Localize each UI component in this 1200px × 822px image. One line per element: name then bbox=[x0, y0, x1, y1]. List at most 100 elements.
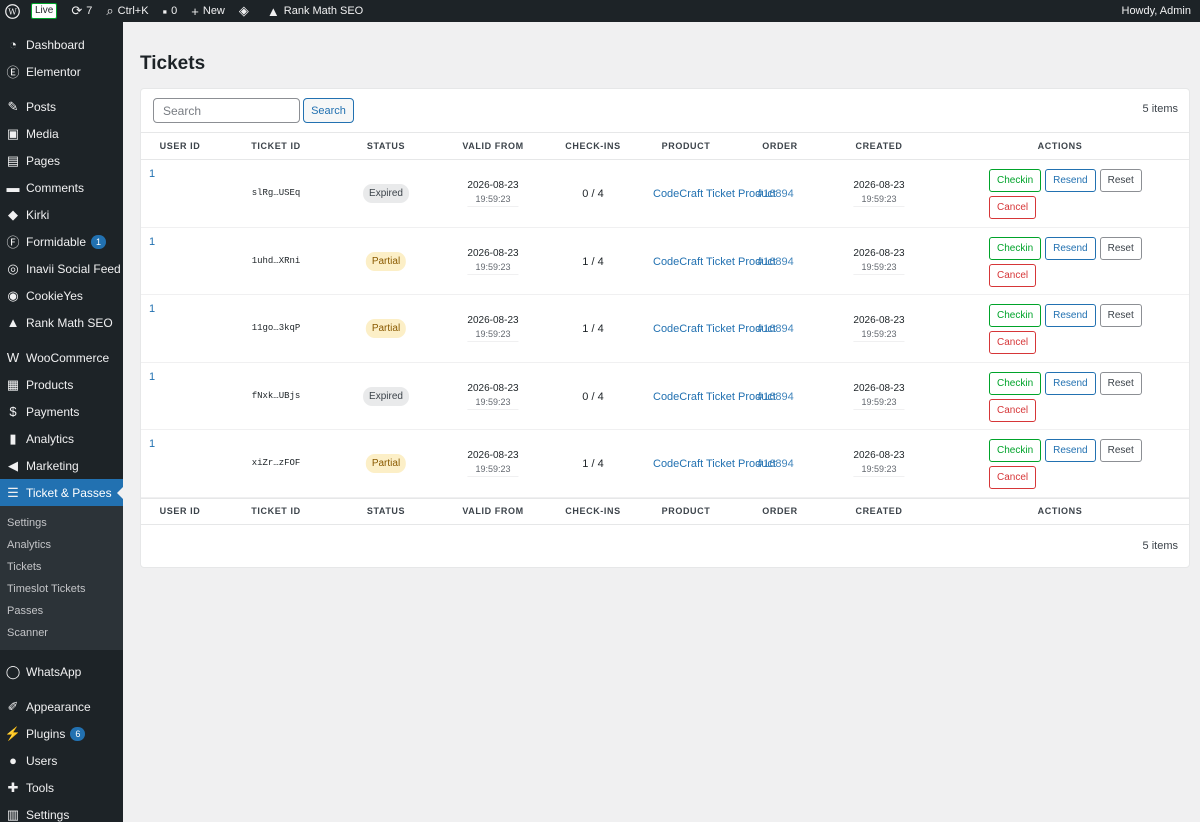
sidebar-item-whatsapp[interactable]: ◯ WhatsApp bbox=[0, 658, 123, 685]
sidebar-item-pages[interactable]: ▤ Pages bbox=[0, 147, 123, 174]
comments-link[interactable]: ▪ 0 bbox=[156, 0, 185, 22]
submenu-item-tickets[interactable]: Tickets bbox=[0, 556, 123, 578]
column-header-status: Status bbox=[366, 141, 406, 151]
reset-button[interactable]: Reset bbox=[1099, 304, 1142, 327]
sidebar-item-payments[interactable]: $ Payments bbox=[0, 398, 123, 425]
payments-icon: $ bbox=[9, 404, 17, 419]
resend-button[interactable]: Resend bbox=[1045, 169, 1096, 192]
sidebar-item-marketing[interactable]: ◀ Marketing bbox=[0, 452, 123, 479]
sidebar-item-analytics[interactable]: ▮ Analytics bbox=[0, 425, 123, 452]
cancel-button[interactable]: Cancel bbox=[989, 331, 1037, 354]
diamond-link[interactable]: ◈ bbox=[232, 0, 260, 22]
sidebar-item-rank-math-seo[interactable]: ▲ Rank Math SEO bbox=[0, 309, 123, 336]
sidebar-item-cookieyes[interactable]: ◉ CookieYes bbox=[0, 282, 123, 309]
order-link[interactable]: #16894 bbox=[757, 458, 794, 470]
rankmath-icon: ▲ bbox=[6, 315, 20, 330]
search-input[interactable] bbox=[153, 98, 300, 123]
sidebar-item-label: CookieYes bbox=[26, 288, 83, 303]
menu-separator bbox=[0, 336, 123, 344]
sidebar-item-formidable[interactable]: Ⓕ Formidable 1 bbox=[0, 228, 123, 255]
sidebar-item-settings[interactable]: ▥ Settings bbox=[0, 801, 123, 822]
sidebar-item-users[interactable]: ● Users bbox=[0, 747, 123, 774]
resend-button[interactable]: Resend bbox=[1045, 439, 1096, 462]
user-id-link[interactable]: 1 bbox=[149, 303, 155, 315]
resend-button[interactable]: Resend bbox=[1045, 371, 1096, 395]
checkins-count: 1 / 4 bbox=[582, 255, 604, 268]
valid-from: 2026-08-23 19:59:23 bbox=[467, 383, 519, 410]
sidebar-item-ticket-passes[interactable]: ☰ Ticket & Passes bbox=[0, 479, 123, 506]
menu-separator bbox=[0, 685, 123, 693]
sidebar-item-label: Plugins bbox=[26, 726, 66, 741]
table-header: User ID Ticket ID Status Valid From Check-in… bbox=[141, 133, 1189, 160]
ticket-id: xiZr…zFOF bbox=[251, 458, 301, 468]
valid-from-date: 2026-08-23 bbox=[467, 180, 519, 191]
checkin-button[interactable]: Checkin bbox=[989, 236, 1042, 260]
column-header-created: Created bbox=[855, 506, 903, 516]
tools-icon: ✚ bbox=[7, 779, 19, 795]
page-title: Tickets bbox=[140, 53, 206, 74]
live-badge[interactable]: Live bbox=[24, 0, 64, 22]
wordpress-logo-icon[interactable]: W bbox=[0, 0, 24, 22]
created: 2026-08-23 19:59:23 bbox=[853, 248, 905, 275]
reset-button[interactable]: Reset bbox=[1099, 439, 1142, 462]
column-header-user-id: User ID bbox=[159, 141, 201, 151]
cancel-button[interactable]: Cancel bbox=[989, 398, 1037, 422]
resend-button[interactable]: Resend bbox=[1045, 304, 1096, 327]
sidebar-item-label: Inavii Social Feed bbox=[26, 261, 121, 276]
sidebar-item-woocommerce[interactable]: W WooCommerce bbox=[0, 344, 123, 371]
comment-icon: ▬ bbox=[6, 180, 20, 195]
submenu-item-passes[interactable]: Passes bbox=[0, 600, 123, 622]
order-link[interactable]: #16894 bbox=[757, 188, 794, 200]
sidebar-item-label: Users bbox=[26, 753, 58, 768]
submenu-item-analytics[interactable]: Analytics bbox=[0, 534, 123, 556]
sidebar-item-elementor[interactable]: Ⓔ Elementor bbox=[0, 58, 123, 85]
order-link[interactable]: #16894 bbox=[757, 256, 794, 268]
created-date: 2026-08-23 bbox=[853, 315, 905, 326]
order-link[interactable]: #16894 bbox=[757, 391, 794, 403]
sidebar-item-posts[interactable]: ✎ Posts bbox=[0, 93, 123, 120]
sidebar-item-dashboard[interactable]: ◔ Dashboard bbox=[0, 31, 123, 58]
checkin-button[interactable]: Checkin bbox=[989, 371, 1042, 395]
sidebar-item-kirki[interactable]: ◆ Kirki bbox=[0, 201, 123, 228]
reset-button[interactable]: Reset bbox=[1099, 371, 1142, 395]
user-id-link[interactable]: 1 bbox=[149, 168, 155, 180]
checkin-button[interactable]: Checkin bbox=[989, 439, 1042, 462]
sidebar-item-tools[interactable]: ✚ Tools bbox=[0, 774, 123, 801]
submenu-item-settings[interactable]: Settings bbox=[0, 512, 123, 534]
column-header-status: Status bbox=[366, 506, 406, 516]
sidebar-item-comments[interactable]: ▬ Comments bbox=[0, 174, 123, 201]
new-content-link[interactable]: + New bbox=[184, 0, 232, 22]
cookie-icon: ◉ bbox=[7, 287, 19, 303]
user-id-link[interactable]: 1 bbox=[149, 438, 155, 450]
search-button[interactable]: Search bbox=[303, 98, 354, 123]
updates-link[interactable]: ⟳ 7 bbox=[64, 0, 99, 22]
sidebar-item-label: Comments bbox=[26, 180, 85, 195]
submenu-item-scanner[interactable]: Scanner bbox=[0, 622, 123, 644]
reset-button[interactable]: Reset bbox=[1099, 169, 1142, 192]
submenu-item-timeslot-tickets[interactable]: Timeslot Tickets bbox=[0, 578, 123, 600]
sidebar-item-products[interactable]: ▦ Products bbox=[0, 371, 123, 398]
cancel-button[interactable]: Cancel bbox=[989, 466, 1037, 489]
order-link[interactable]: #16894 bbox=[757, 323, 794, 335]
checkin-button[interactable]: Checkin bbox=[989, 169, 1042, 192]
checkin-button[interactable]: Checkin bbox=[989, 304, 1042, 327]
valid-from-time: 19:59:23 bbox=[467, 329, 519, 342]
sidebar-item-plugins[interactable]: ⚡ Plugins 6 bbox=[0, 720, 123, 747]
sidebar-item-inavii-social-feed[interactable]: ◎ Inavii Social Feed bbox=[0, 255, 123, 282]
sidebar-item-media[interactable]: ▣ Media bbox=[0, 120, 123, 147]
sidebar-item-appearance[interactable]: ✐ Appearance bbox=[0, 693, 123, 720]
kirki-icon: ◆ bbox=[8, 206, 18, 222]
cancel-button[interactable]: Cancel bbox=[989, 196, 1037, 219]
command-palette-link[interactable]: ⌕ Ctrl+K bbox=[99, 0, 155, 22]
user-id-link[interactable]: 1 bbox=[149, 371, 155, 383]
rankmath-link[interactable]: ▲ Rank Math SEO bbox=[260, 0, 370, 22]
user-id-link[interactable]: 1 bbox=[149, 236, 155, 248]
admin-bar: W Live ⟳ 7 ⌕ Ctrl+K ▪ 0 + New ◈ ▲ Rank Math S… bbox=[0, 0, 1200, 22]
resend-button[interactable]: Resend bbox=[1045, 236, 1096, 260]
reset-button[interactable]: Reset bbox=[1099, 236, 1142, 260]
user-account-link[interactable]: Howdy, Admin bbox=[1115, 0, 1200, 22]
column-header-valid-from: Valid From bbox=[462, 506, 524, 516]
appearance-icon: ✐ bbox=[7, 698, 19, 714]
cancel-button[interactable]: Cancel bbox=[989, 263, 1037, 287]
sidebar-item-label: Products bbox=[26, 377, 74, 392]
